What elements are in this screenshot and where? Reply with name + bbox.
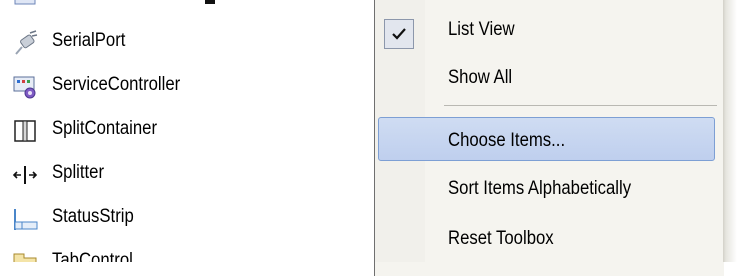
service-controller-icon [13, 76, 36, 99]
toolbox-item-statusstrip[interactable]: StatusStrip [0, 196, 377, 240]
toolbox-item-label: ServiceController [52, 74, 181, 95]
toolbox-item-label: StatusStrip [52, 206, 134, 227]
menu-item-reset-toolbox[interactable]: Reset Toolbox [376, 210, 722, 254]
checkmark-icon [392, 28, 406, 40]
menu-separator [444, 105, 717, 106]
menu-item-list-view[interactable]: List View [376, 6, 722, 50]
menu-item-label: Reset Toolbox [448, 228, 554, 249]
toolbox-item-label: TabControl [52, 250, 133, 262]
menu-item-label: Show All [448, 67, 513, 88]
toolbox-item-tabcontrol[interactable]: TabControl [0, 240, 377, 262]
toolbox-item-partial[interactable] [0, 0, 377, 14]
menu-item-show-all[interactable]: Show All [376, 54, 722, 98]
toolbox-item-icon [14, 0, 36, 5]
toolbox-item-splitcontainer[interactable]: SplitContainer [0, 108, 377, 152]
tab-control-icon [13, 253, 37, 262]
menu-item-choose-items[interactable]: Choose Items... [376, 114, 722, 161]
toolbox-panel: SerialPort ServiceController SplitContai… [0, 0, 377, 262]
menu-item-label: Sort Items Alphabetically [448, 178, 632, 199]
truncated-glyph [205, 0, 215, 4]
toolbox-item-servicecontroller[interactable]: ServiceController [0, 64, 377, 108]
menu-item-label: Choose Items... [448, 130, 566, 151]
toolbox-item-label: SerialPort [52, 30, 126, 51]
checkmark-box [384, 19, 414, 49]
toolbox-item-label: SplitContainer [52, 118, 158, 139]
status-strip-icon [14, 209, 38, 230]
menu-item-label: List View [448, 19, 515, 40]
serial-port-icon [15, 30, 38, 55]
split-container-icon [14, 120, 36, 142]
toolbox-item-splitter[interactable]: Splitter [0, 152, 377, 196]
menu-item-sort-alphabetically[interactable]: Sort Items Alphabetically [376, 162, 722, 206]
context-menu-shadow [723, 0, 749, 262]
toolbox-item-label: Splitter [52, 162, 105, 183]
splitter-icon [12, 166, 38, 184]
toolbox-item-serialport[interactable]: SerialPort [0, 20, 377, 64]
